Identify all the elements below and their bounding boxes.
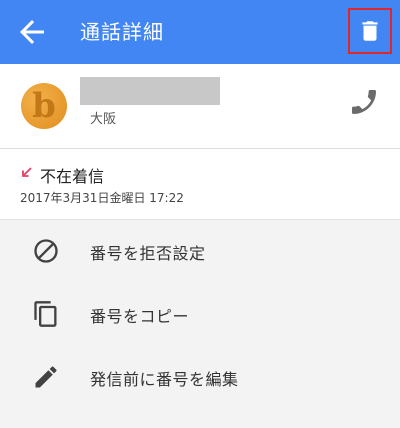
action-list: 番号を拒否設定 番号をコピー 発信前に番号を編集 (0, 220, 400, 428)
call-info: 不在着信 2017年3月31日金曜日 17:22 (0, 149, 400, 220)
redacted-number (80, 77, 220, 105)
page-title: 通話詳細 (80, 20, 164, 44)
phone-icon (352, 90, 376, 114)
action-label: 発信前に番号を編集 (90, 370, 239, 389)
trash-icon (362, 21, 378, 41)
back-button[interactable] (14, 14, 50, 50)
block-icon (34, 239, 58, 263)
avatar: b (21, 83, 67, 129)
call-datetime: 2017年3月31日金曜日 17:22 (20, 191, 184, 205)
arrow-left-icon (20, 20, 44, 44)
delete-button[interactable] (348, 8, 392, 54)
call-type: 不在着信 (40, 167, 105, 186)
copy-number-button[interactable]: 番号をコピー (0, 283, 400, 345)
action-label: 番号をコピー (90, 307, 190, 326)
pencil-icon (35, 366, 57, 388)
action-label: 番号を拒否設定 (90, 244, 206, 263)
missed-call-arrow-icon (22, 167, 32, 177)
contact-location: 大阪 (90, 112, 117, 127)
contact-card: b 大阪 (0, 64, 400, 149)
app-bar: 通話詳細 (0, 0, 400, 64)
edit-number-button[interactable]: 発信前に番号を編集 (0, 346, 400, 408)
copy-icon (34, 301, 57, 327)
call-button[interactable] (348, 86, 380, 118)
block-number-button[interactable]: 番号を拒否設定 (0, 220, 400, 282)
